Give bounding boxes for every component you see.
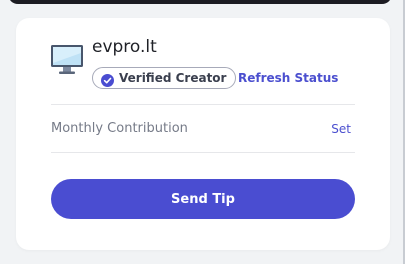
top-bar [0,0,405,12]
publisher-name: evpro.lt [92,37,157,57]
verified-creator-badge: Verified Creator [92,67,237,89]
verified-creator-label: Verified Creator [119,71,227,85]
refresh-status-link[interactable]: Refresh Status [238,70,338,86]
monthly-contribution-label: Monthly Contribution [51,121,188,136]
top-bar-edge [8,0,392,4]
divider [51,104,355,105]
check-circle-icon [101,72,114,87]
divider [51,152,355,153]
tip-panel-card: evpro.lt Verified Creator Refresh Status… [16,18,390,250]
monitor-icon [50,44,84,76]
send-tip-button[interactable]: Send Tip [51,179,355,219]
publisher-info: evpro.lt Verified Creator Refresh Status [50,37,370,97]
set-contribution-link[interactable]: Set [331,120,351,138]
